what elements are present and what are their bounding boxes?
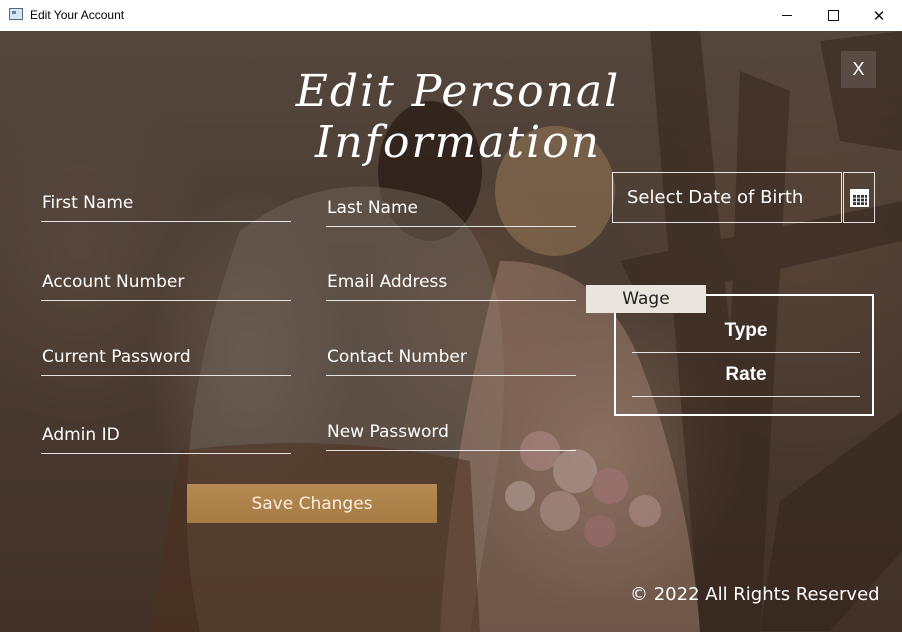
admin-id-label: Admin ID bbox=[42, 425, 120, 445]
new-password-field[interactable]: New Password bbox=[326, 412, 576, 451]
minimize-button[interactable] bbox=[764, 0, 810, 31]
first-name-label: First Name bbox=[42, 193, 134, 213]
last-name-label: Last Name bbox=[327, 198, 418, 218]
wage-rate-field[interactable]: Rate bbox=[632, 364, 860, 397]
maximize-button[interactable] bbox=[810, 0, 856, 31]
email-address-label: Email Address bbox=[327, 272, 448, 292]
last-name-field[interactable]: Last Name bbox=[326, 188, 576, 227]
account-number-label: Account Number bbox=[42, 272, 185, 292]
wage-rate-label: Rate bbox=[725, 364, 767, 385]
contact-number-label: Contact Number bbox=[327, 347, 467, 367]
wage-type-label: Type bbox=[724, 320, 768, 341]
page-title: Edit Personal Information bbox=[295, 66, 621, 168]
form-panel: X Edit Personal Information First Name L… bbox=[0, 31, 902, 632]
account-number-field[interactable]: Account Number bbox=[41, 262, 291, 301]
current-password-field[interactable]: Current Password bbox=[41, 337, 291, 376]
window-close-button[interactable]: ✕ bbox=[856, 0, 902, 31]
current-password-label: Current Password bbox=[42, 347, 191, 367]
maximize-icon bbox=[827, 10, 839, 21]
wage-type-field[interactable]: Type bbox=[632, 320, 860, 353]
save-changes-button[interactable]: Save Changes bbox=[187, 484, 437, 523]
calendar-icon bbox=[849, 188, 869, 207]
wage-group-title: Wage bbox=[586, 285, 706, 313]
app-window: Edit Your Account ✕ X Edit Personal Info… bbox=[0, 0, 902, 632]
minimize-icon bbox=[782, 15, 792, 16]
new-password-label: New Password bbox=[327, 422, 449, 442]
calendar-button[interactable] bbox=[843, 172, 875, 223]
title-bar: Edit Your Account ✕ bbox=[0, 0, 902, 32]
date-of-birth-placeholder: Select Date of Birth bbox=[627, 187, 804, 208]
copyright-footer: © 2022 All Rights Reserved bbox=[630, 584, 880, 605]
form-close-button[interactable]: X bbox=[841, 51, 876, 88]
email-address-field[interactable]: Email Address bbox=[326, 262, 576, 301]
close-icon: ✕ bbox=[872, 6, 886, 25]
admin-id-field[interactable]: Admin ID bbox=[41, 415, 291, 454]
first-name-field[interactable]: First Name bbox=[41, 183, 291, 222]
app-icon bbox=[9, 8, 23, 20]
date-of-birth-picker[interactable]: Select Date of Birth bbox=[612, 172, 842, 223]
contact-number-field[interactable]: Contact Number bbox=[326, 337, 576, 376]
window-title: Edit Your Account bbox=[30, 8, 125, 22]
